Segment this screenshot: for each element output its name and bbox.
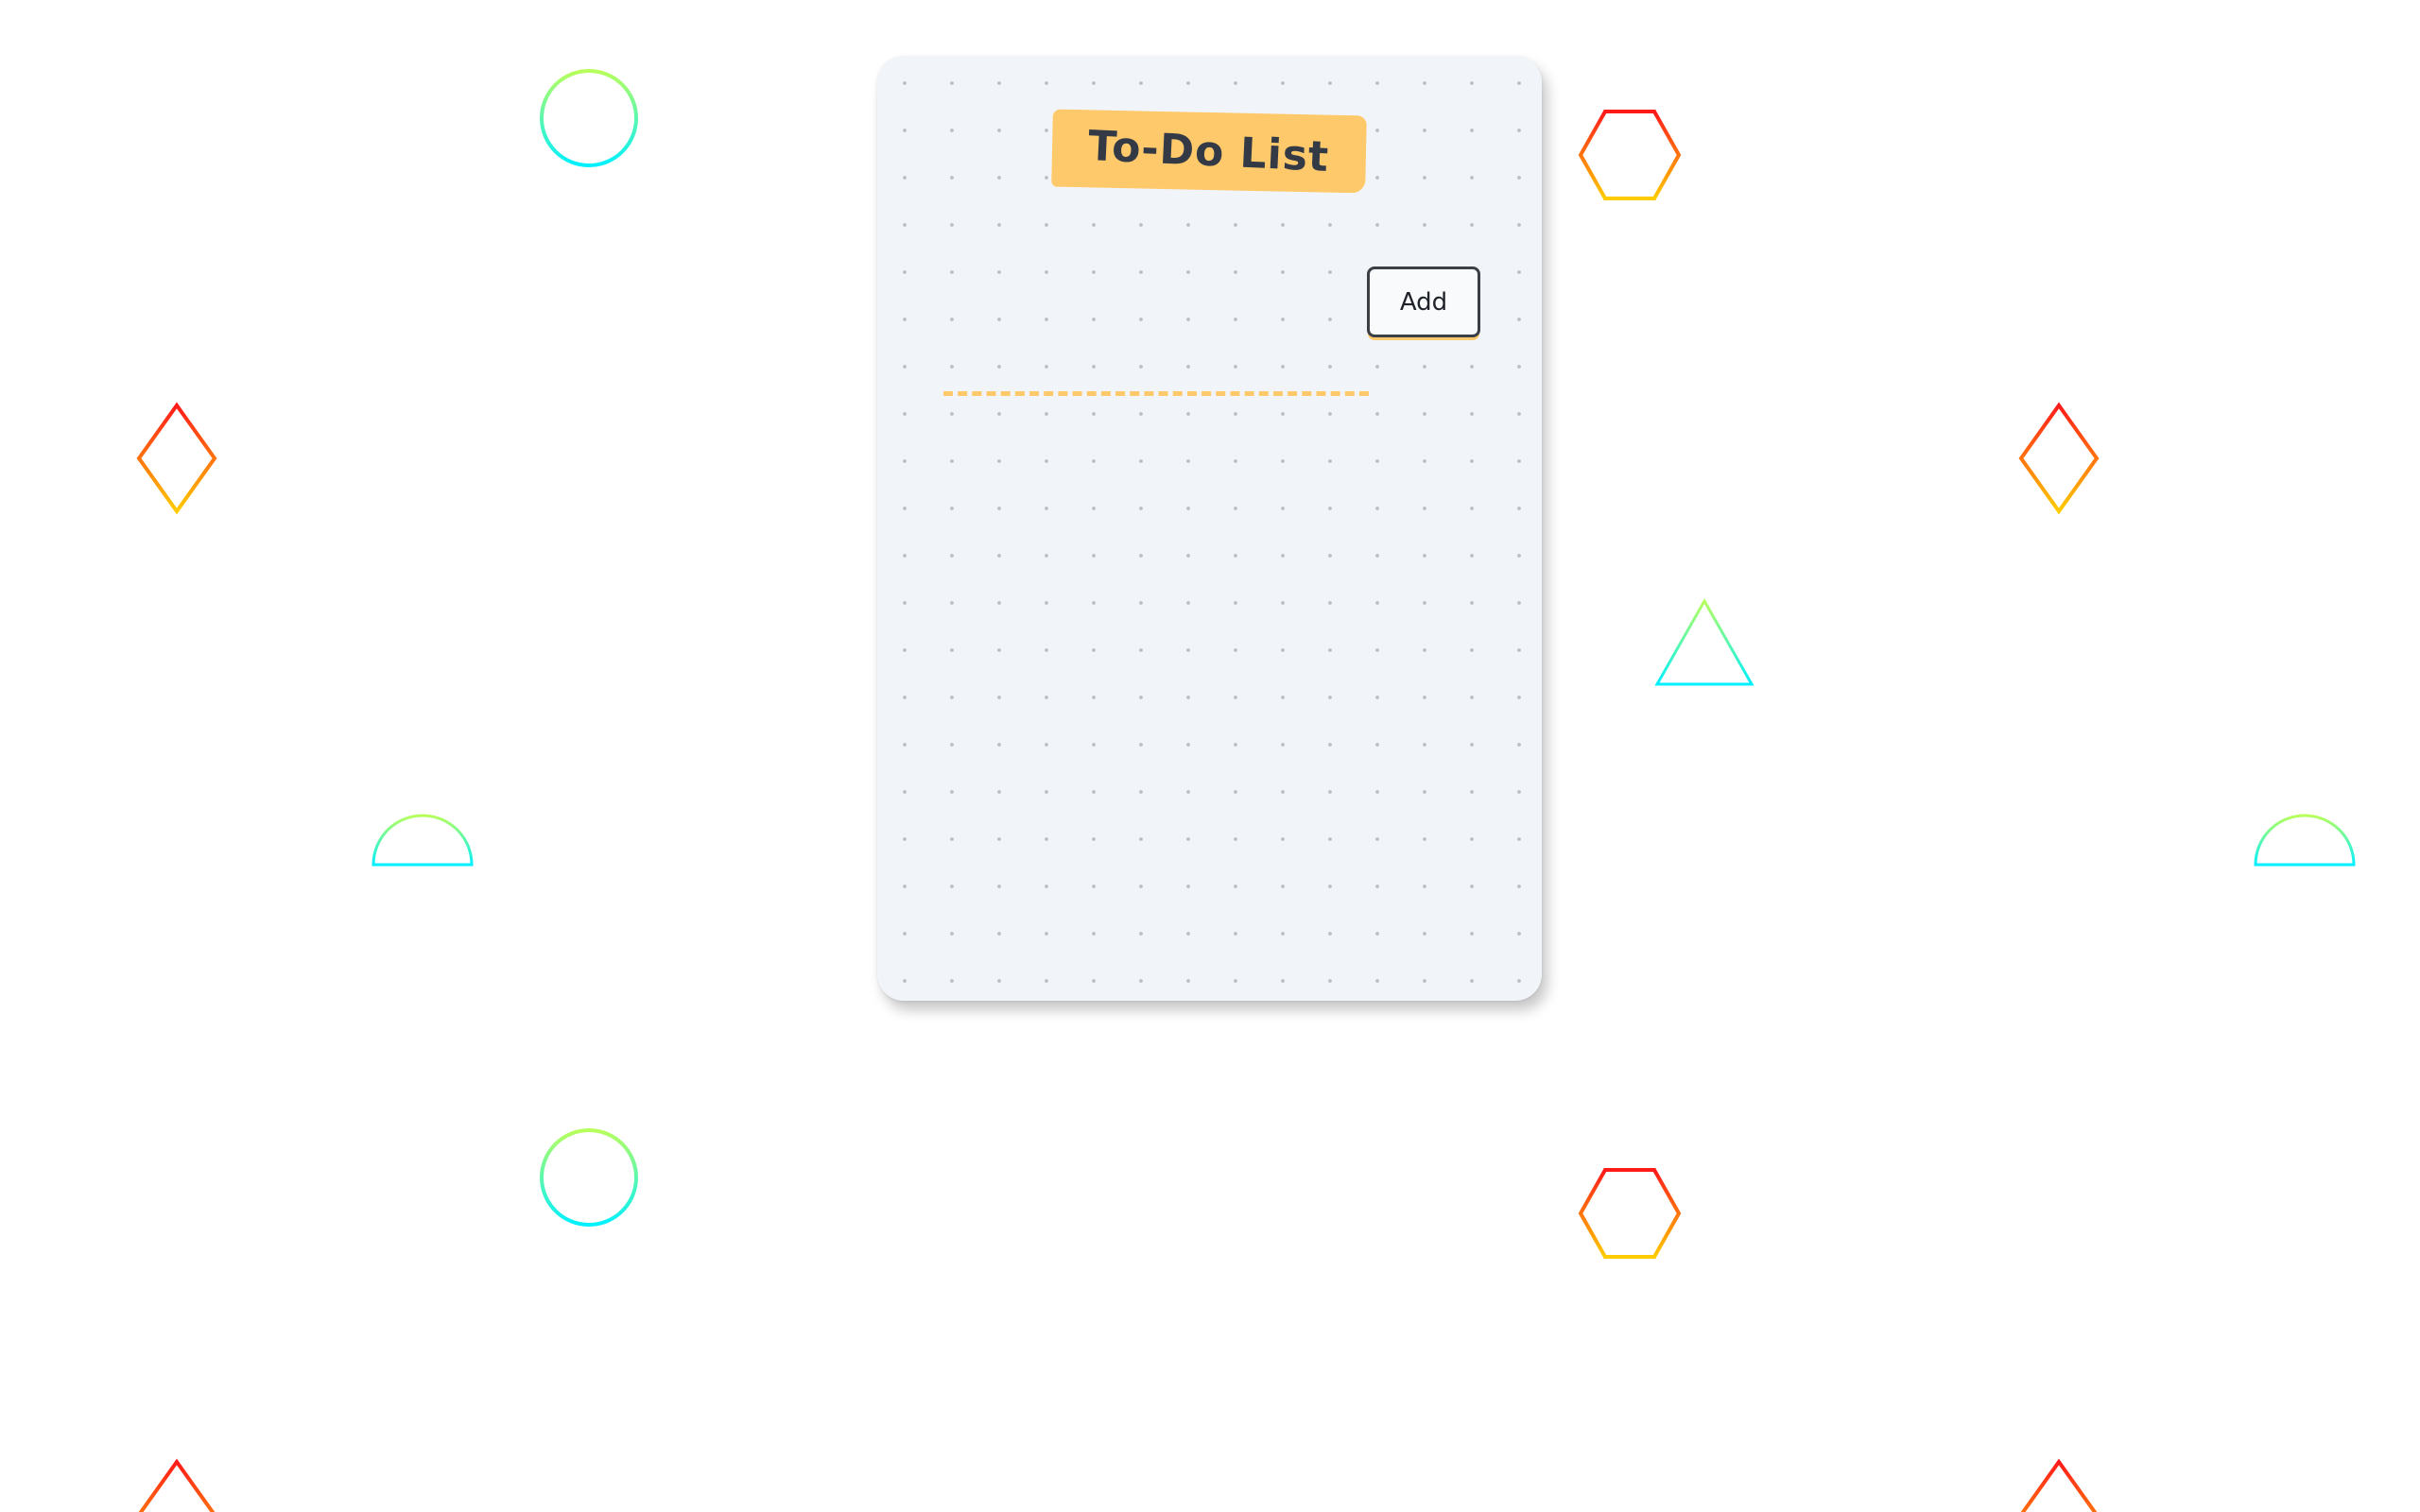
circle-shape-icon	[540, 69, 638, 167]
diamond-shape-icon	[2020, 1458, 2098, 1512]
title-tag: To-Do List	[1051, 109, 1367, 194]
semicircle-shape-icon	[372, 814, 474, 867]
circle-shape-icon	[540, 1128, 638, 1227]
add-button[interactable]: Add	[1367, 266, 1480, 337]
hexagon-shape-icon	[1578, 110, 1682, 200]
semicircle-shape-icon	[2254, 814, 2356, 867]
page-background: To-Do List Add	[0, 0, 2420, 1512]
diamond-shape-icon	[136, 402, 217, 515]
diamond-shape-icon	[138, 1458, 216, 1512]
task-input[interactable]	[943, 339, 1369, 396]
triangle-shape-icon	[1654, 597, 1754, 686]
hexagon-shape-icon	[1578, 1168, 1682, 1259]
page-title: To-Do List	[1087, 121, 1331, 181]
todo-card: To-Do List Add	[877, 56, 1542, 1001]
diamond-shape-icon	[2018, 402, 2100, 515]
